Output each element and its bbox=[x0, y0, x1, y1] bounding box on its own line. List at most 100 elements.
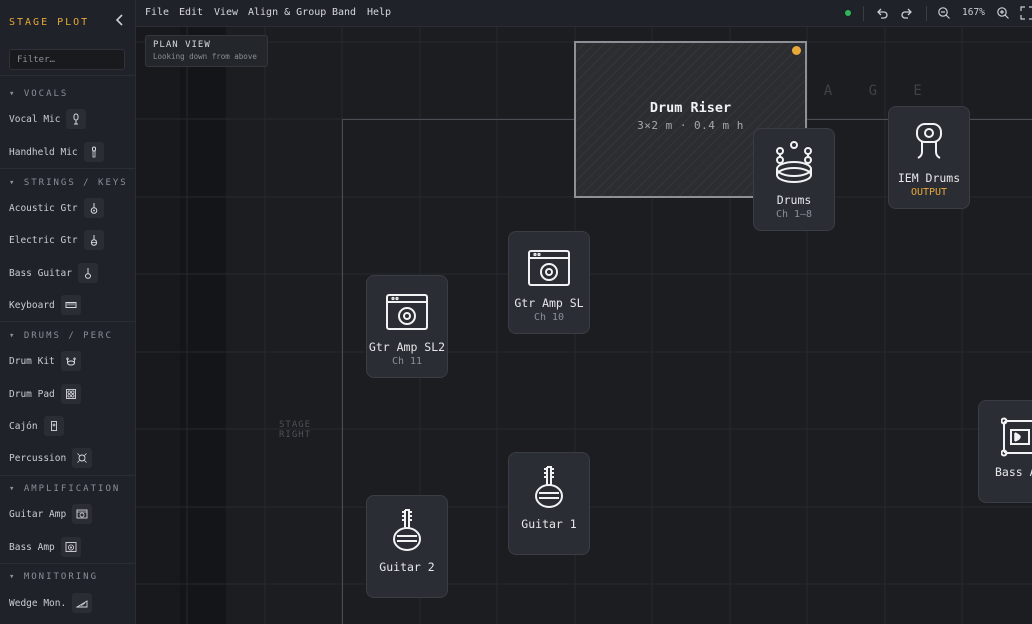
palette-item-bass-amp[interactable]: Bass Amp bbox=[9, 536, 81, 558]
palette-item-label: Percussion bbox=[9, 452, 67, 464]
palette-item-handheld-mic[interactable]: Handheld Mic bbox=[9, 141, 104, 163]
electric-guitar-icon bbox=[83, 230, 104, 250]
palette-item-percussion[interactable]: Percussion bbox=[9, 447, 93, 469]
palette-item-label: Bass Amp bbox=[9, 541, 55, 553]
node-name: Gtr Amp SL bbox=[514, 296, 584, 310]
keyboard-icon bbox=[60, 295, 81, 315]
handheld-mic-icon bbox=[83, 142, 104, 162]
electric-guitar-icon bbox=[535, 466, 563, 508]
category-monitoring[interactable]: ▾ MONITORING bbox=[9, 572, 98, 582]
drum-kit-icon bbox=[60, 351, 81, 371]
guitar-amp-icon bbox=[72, 504, 93, 524]
menu-edit[interactable]: Edit bbox=[179, 7, 203, 18]
bass-guitar-icon bbox=[77, 263, 98, 283]
menu-help[interactable]: Help bbox=[367, 7, 391, 18]
node-gtr-amp-sl[interactable]: Gtr Amp SL Ch 10 bbox=[508, 231, 590, 334]
menu-view[interactable]: View bbox=[214, 7, 238, 18]
drum-pad-icon bbox=[60, 384, 81, 404]
bass-amp-icon bbox=[1001, 417, 1032, 457]
node-drums[interactable]: Drums Ch 1–8 bbox=[753, 128, 835, 231]
palette-item-keyboard[interactable]: Keyboard bbox=[9, 294, 81, 316]
node-name: Bass Amp bbox=[995, 465, 1032, 479]
node-name: Drums bbox=[776, 193, 812, 207]
palette-item-drum-pad[interactable]: Drum Pad bbox=[9, 383, 81, 405]
wedge-monitor-icon bbox=[72, 593, 93, 613]
menubar: File Edit View Align & Group Band Help 1… bbox=[136, 0, 1032, 27]
drum-kit-icon bbox=[776, 141, 812, 183]
menu-file[interactable]: File bbox=[145, 7, 169, 18]
palette-item-label: Keyboard bbox=[9, 299, 55, 311]
node-guitar-2[interactable]: Guitar 2 bbox=[366, 495, 448, 598]
divider bbox=[0, 75, 135, 76]
palette-item-label: Bass Guitar bbox=[9, 267, 72, 279]
acoustic-guitar-icon bbox=[83, 198, 104, 218]
stage-right-label: STAGE RIGHT bbox=[279, 420, 312, 440]
palette-item-label: Handheld Mic bbox=[9, 146, 78, 158]
palette-item-electric-gtr[interactable]: Electric Gtr bbox=[9, 229, 104, 251]
menu-band[interactable]: Band bbox=[332, 7, 356, 18]
sidebar-title: STAGE PLOT bbox=[9, 16, 90, 28]
undo-icon[interactable] bbox=[875, 6, 891, 22]
divider bbox=[0, 168, 135, 169]
category-vocals[interactable]: ▾ VOCALS bbox=[9, 89, 68, 99]
palette-item-wedge-mon[interactable]: Wedge Mon. bbox=[9, 592, 93, 614]
connection-status-indicator bbox=[845, 10, 851, 16]
divider bbox=[926, 6, 927, 21]
menu-align-group[interactable]: Align & Group bbox=[248, 7, 326, 18]
divider bbox=[0, 475, 135, 476]
palette-item-bass-guitar[interactable]: Bass Guitar bbox=[9, 262, 98, 284]
node-name: Gtr Amp SL2 bbox=[368, 340, 446, 354]
node-bass-amp[interactable]: Bass Amp bbox=[978, 400, 1032, 503]
palette-item-guitar-amp[interactable]: Guitar Amp bbox=[9, 503, 93, 525]
bass-amp-icon bbox=[60, 537, 81, 557]
node-name: Guitar 1 bbox=[521, 517, 577, 531]
palette-item-vocal-mic[interactable]: Vocal Mic bbox=[9, 108, 87, 130]
zoom-level: 167% bbox=[962, 7, 985, 18]
plan-view-subtitle: Looking down from above bbox=[153, 52, 257, 61]
percussion-icon bbox=[72, 448, 93, 468]
riser-name: Drum Riser bbox=[649, 100, 732, 116]
guitar-amp-icon bbox=[528, 250, 570, 286]
category-amplification[interactable]: ▾ AMPLIFICATION bbox=[9, 484, 120, 494]
node-channel: Ch 10 bbox=[533, 312, 565, 323]
selection-marker[interactable] bbox=[792, 46, 801, 55]
palette-item-label: Drum Kit bbox=[9, 355, 55, 367]
node-output-badge: OUTPUT bbox=[910, 187, 948, 198]
palette-item-label: Guitar Amp bbox=[9, 508, 67, 520]
guitar-amp-icon bbox=[386, 294, 428, 330]
plan-view-badge: PLAN VIEW Looking down from above bbox=[145, 35, 268, 67]
plan-view-title: PLAN VIEW bbox=[153, 40, 211, 50]
electric-guitar-icon bbox=[393, 509, 421, 551]
node-gtr-amp-sl2[interactable]: Gtr Amp SL2 Ch 11 bbox=[366, 275, 448, 378]
palette-item-label: Vocal Mic bbox=[9, 113, 61, 125]
fit-screen-icon[interactable] bbox=[1020, 6, 1032, 22]
palette-item-label: Drum Pad bbox=[9, 388, 55, 400]
zoom-out-icon[interactable] bbox=[937, 6, 953, 22]
node-name: Guitar 2 bbox=[379, 560, 435, 574]
divider bbox=[0, 563, 135, 564]
divider bbox=[863, 6, 864, 21]
stage-canvas[interactable]: S T A G E STAGE RIGHT PLAN VIEW Looking … bbox=[136, 27, 1032, 624]
palette-item-cajon[interactable]: Cajón bbox=[9, 415, 64, 437]
palette-item-label: Cajón bbox=[9, 420, 38, 432]
category-strings-keys[interactable]: ▾ STRINGS / KEYS bbox=[9, 178, 128, 188]
zoom-in-icon[interactable] bbox=[996, 6, 1012, 22]
node-channel: Ch 1–8 bbox=[775, 209, 813, 220]
node-name: IEM Drums bbox=[897, 171, 961, 185]
palette-item-label: Electric Gtr bbox=[9, 234, 78, 246]
node-channel: Ch 11 bbox=[391, 356, 423, 367]
sidebar-header: STAGE PLOT bbox=[0, 0, 135, 44]
cajon-icon bbox=[43, 416, 64, 436]
iem-icon bbox=[916, 123, 942, 159]
filter-input[interactable] bbox=[9, 49, 125, 70]
category-drums-perc[interactable]: ▾ DRUMS / PERC bbox=[9, 331, 113, 341]
node-iem-drums[interactable]: IEM Drums OUTPUT bbox=[888, 106, 970, 209]
redo-icon[interactable] bbox=[900, 6, 916, 22]
palette-item-acoustic-gtr[interactable]: Acoustic Gtr bbox=[9, 197, 104, 219]
palette-item-drum-kit[interactable]: Drum Kit bbox=[9, 350, 81, 372]
mic-icon bbox=[66, 109, 87, 129]
sidebar: STAGE PLOT ▾ VOCALS Vocal Mic Handheld M… bbox=[0, 0, 136, 624]
node-guitar-1[interactable]: Guitar 1 bbox=[508, 452, 590, 555]
collapse-sidebar-icon[interactable] bbox=[115, 14, 125, 30]
divider bbox=[0, 321, 135, 322]
